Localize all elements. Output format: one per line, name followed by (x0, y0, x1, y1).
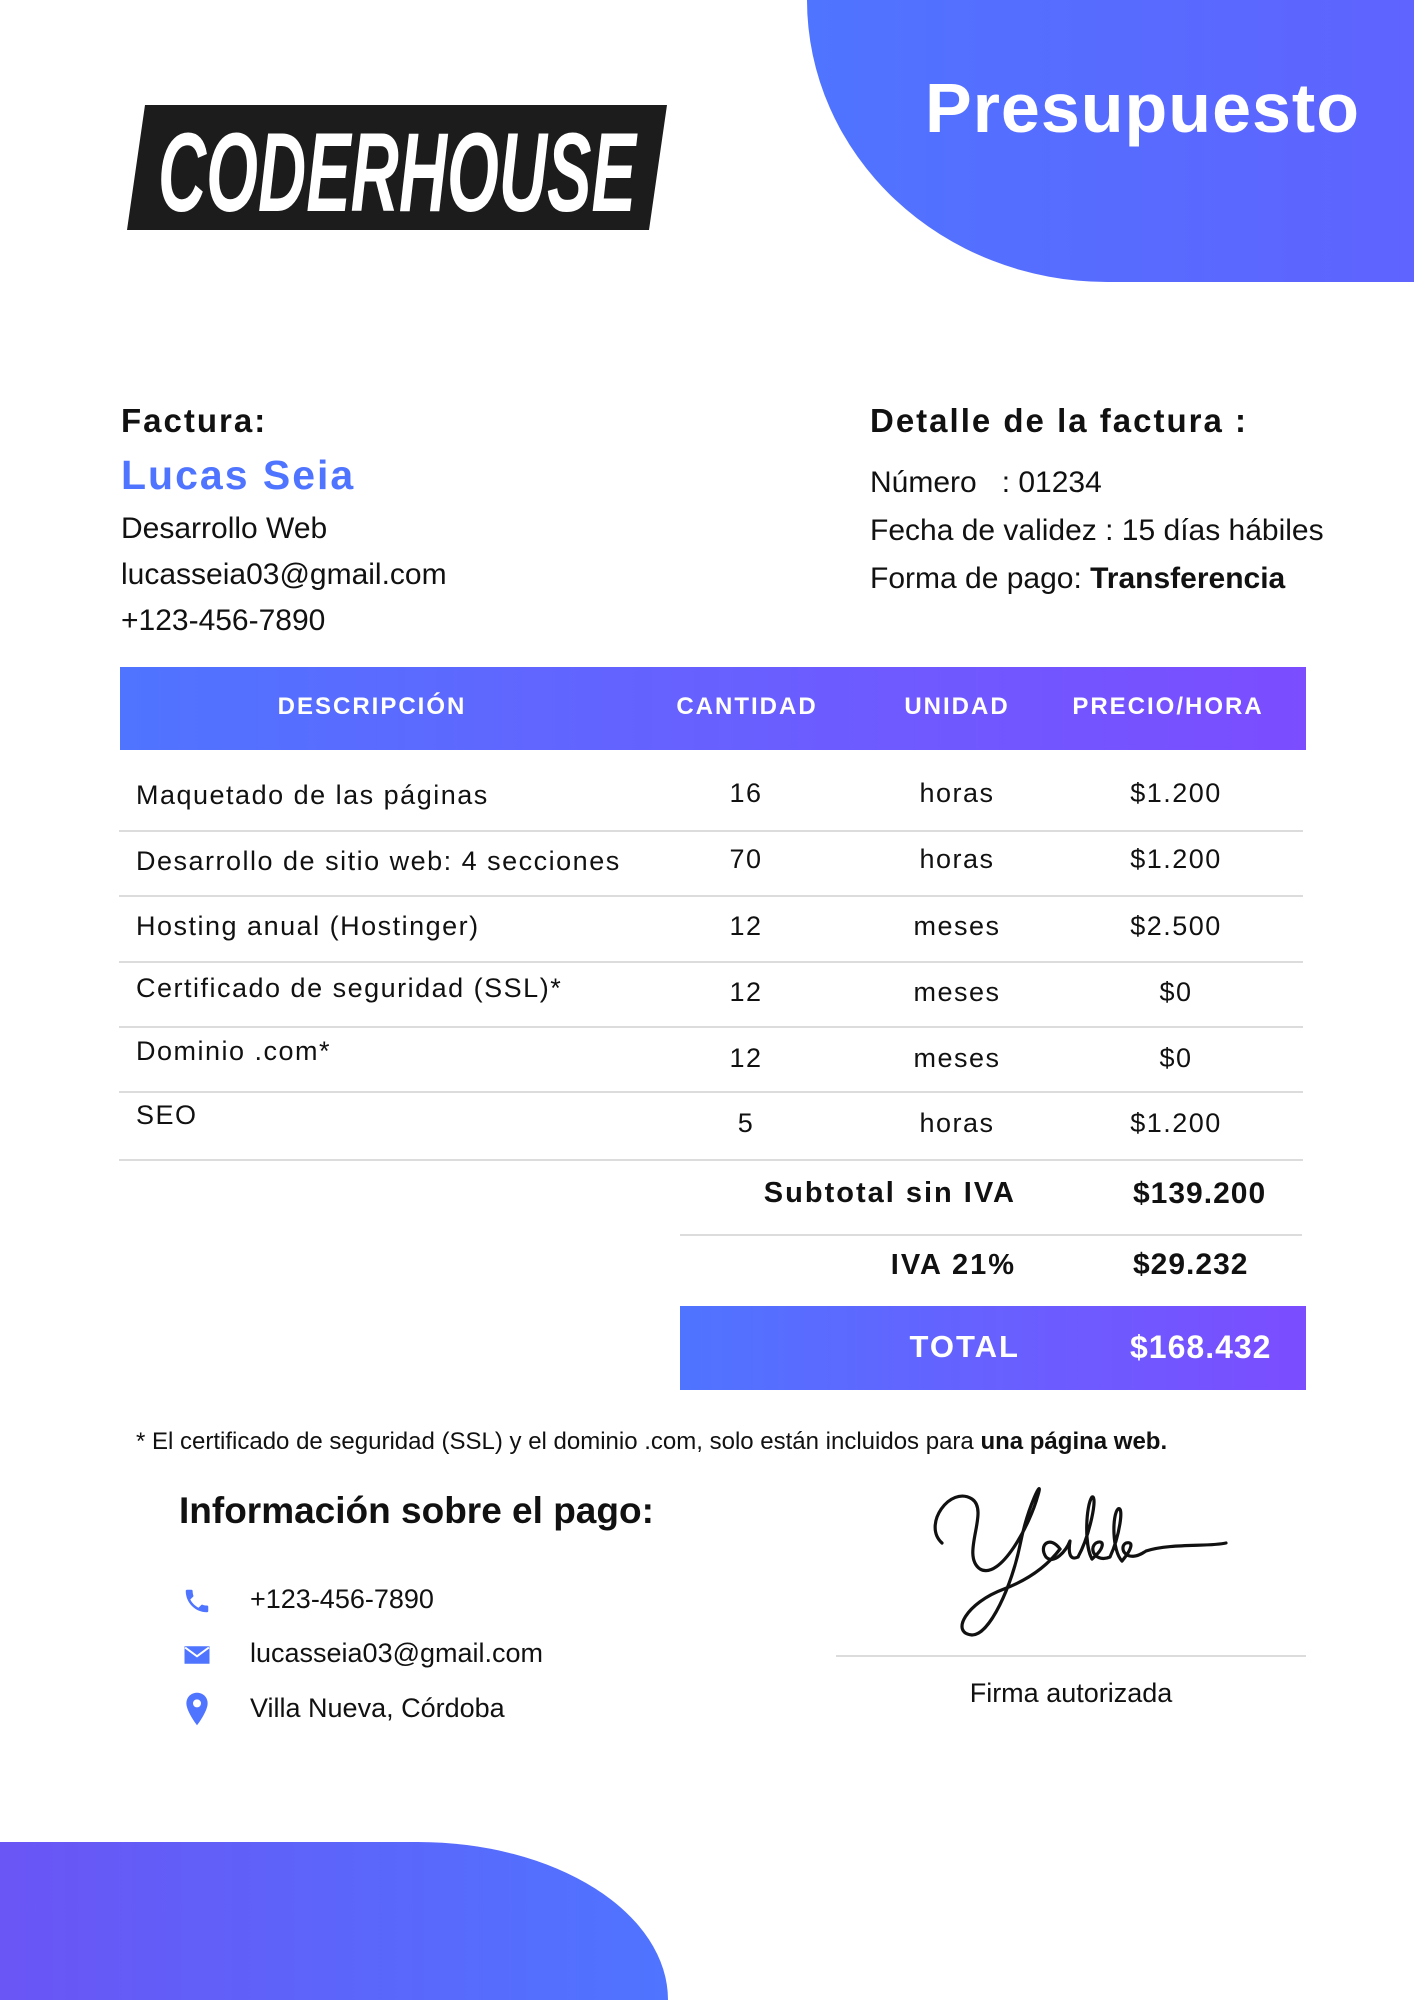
client-phone: +123-456-7890 (121, 604, 326, 637)
total-label: TOTAL (909, 1329, 1020, 1364)
header-price: PRECIO/HORA (1072, 693, 1264, 720)
payment-method-label: Forma de pago: (870, 562, 1091, 595)
signature-image (920, 1465, 1240, 1645)
company-logo: CODERHOUSE (127, 105, 667, 230)
payment-email: lucasseia03@gmail.com (250, 1638, 544, 1668)
bottom-left-decoration (0, 1842, 668, 2000)
row-1-unit: horas (919, 778, 995, 808)
row-4-quantity: 12 (729, 977, 763, 1007)
subtotal-value: $139.200 (1133, 1177, 1267, 1210)
totals-divider (680, 1234, 1302, 1236)
row-divider (119, 895, 1303, 897)
row-4-price: $0 (1159, 977, 1193, 1007)
signature-line (836, 1655, 1306, 1657)
row-2-description: Desarrollo de sitio web: 4 secciones (136, 846, 621, 876)
row-5-unit: meses (913, 1043, 1001, 1073)
row-divider (119, 830, 1303, 832)
invoice-details-title: Detalle de la factura : (870, 402, 1248, 439)
row-5-price: $0 (1159, 1043, 1193, 1073)
header-unit: UNIDAD (904, 693, 1010, 720)
phone-icon (182, 1584, 212, 1618)
bill-to-label: Factura: (121, 402, 268, 439)
row-divider (119, 1026, 1303, 1028)
row-3-unit: meses (913, 911, 1001, 941)
row-3-price: $2.500 (1130, 911, 1222, 941)
row-5-quantity: 12 (729, 1043, 763, 1073)
tax-value: $29.232 (1133, 1248, 1249, 1281)
row-2-quantity: 70 (729, 844, 763, 874)
invoice-validity: Fecha de validez : 15 días hábiles (870, 514, 1324, 547)
payment-info-title: Información sobre el pago: (179, 1490, 654, 1531)
tax-label: IVA 21% (890, 1249, 1016, 1281)
signature-caption: Firma autorizada (969, 1678, 1173, 1708)
logo-text: CODERHOUSE (158, 110, 638, 230)
header-quantity: CANTIDAD (676, 693, 818, 720)
row-1-quantity: 16 (729, 778, 763, 808)
row-6-unit: horas (919, 1108, 995, 1138)
subtotal-label: Subtotal sin IVA (763, 1177, 1016, 1209)
row-2-price: $1.200 (1130, 844, 1222, 874)
row-1-description: Maquetado de las páginas (136, 780, 489, 810)
row-divider (119, 1159, 1303, 1161)
payment-method: Forma de pago: Transferencia (870, 562, 1285, 596)
row-1-price: $1.200 (1130, 778, 1222, 808)
invoice-number: Número : 01234 (870, 466, 1102, 499)
row-6-description: SEO (136, 1100, 198, 1130)
client-name: Lucas Seia (121, 452, 356, 498)
mail-icon (182, 1638, 212, 1672)
total-value: $168.432 (1130, 1329, 1272, 1365)
row-4-description: Certificado de seguridad (SSL)* (136, 973, 563, 1003)
row-6-quantity: 5 (737, 1108, 755, 1138)
payment-location: Villa Nueva, Córdoba (250, 1693, 505, 1723)
row-4-unit: meses (913, 977, 1001, 1007)
location-pin-icon (182, 1691, 212, 1726)
row-3-description: Hosting anual (Hostinger) (136, 911, 480, 941)
row-divider (119, 1091, 1303, 1093)
header-description: DESCRIPCIÓN (277, 693, 467, 720)
client-role: Desarrollo Web (121, 512, 328, 545)
client-email: lucasseia03@gmail.com (121, 558, 447, 591)
footnote: * El certificado de seguridad (SSL) y el… (136, 1428, 1167, 1456)
payment-method-value: Transferencia (1090, 562, 1286, 595)
row-divider (119, 961, 1303, 963)
row-2-unit: horas (919, 844, 995, 874)
payment-phone: +123-456-7890 (250, 1584, 434, 1614)
row-3-quantity: 12 (729, 911, 763, 941)
row-5-description: Dominio .com* (136, 1036, 332, 1066)
footnote-bold: una página web. (980, 1428, 1168, 1455)
footnote-text: * El certificado de seguridad (SSL) y el… (136, 1428, 981, 1455)
row-6-price: $1.200 (1130, 1108, 1222, 1138)
document-title: Presupuesto (925, 69, 1360, 147)
